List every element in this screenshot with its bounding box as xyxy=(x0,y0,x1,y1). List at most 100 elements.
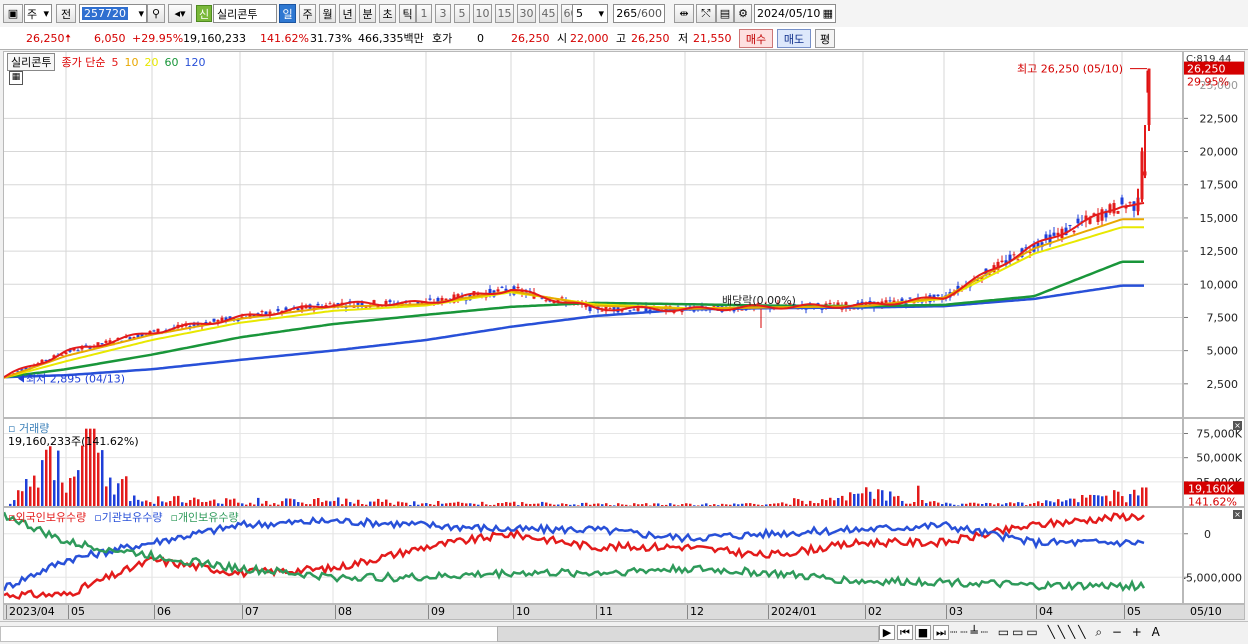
table-icon[interactable]: ▦ xyxy=(9,71,23,85)
period-tab-년[interactable]: 년 xyxy=(339,4,356,23)
volume-bar xyxy=(965,504,968,506)
draw-tools-icon[interactable]: ╲╲╲╲ xyxy=(1048,625,1089,639)
speaker-icon[interactable]: ◂▾ xyxy=(168,4,192,23)
scroll-track[interactable] xyxy=(0,626,499,642)
volume-bar xyxy=(449,503,452,506)
volume-bar xyxy=(329,501,332,506)
volume-bar xyxy=(385,500,388,506)
period-tab-월[interactable]: 월 xyxy=(319,4,336,23)
volume-bar xyxy=(573,504,576,506)
scroll-thumb[interactable] xyxy=(497,626,879,642)
interval-button-15[interactable]: 15 xyxy=(495,4,514,23)
volume-close-icon[interactable]: × xyxy=(1233,421,1242,430)
code-value: 257720 xyxy=(82,7,128,20)
gear-icon[interactable]: ⚙ xyxy=(734,4,752,23)
price-axis-tick-label: 12,500 xyxy=(1200,245,1239,258)
volume-bar xyxy=(769,504,772,506)
x-axis-label: 2023/04 xyxy=(6,605,55,619)
interval-button-45[interactable]: 45 xyxy=(539,4,558,23)
date-field[interactable]: 2024/05/10▦ xyxy=(754,4,836,23)
volume-bar xyxy=(341,504,344,506)
rewind-icon[interactable]: ⏮ xyxy=(897,625,913,640)
trade-amount: 466,335백만 xyxy=(358,31,424,47)
count-field[interactable]: 265/600 xyxy=(613,4,665,23)
buy-button[interactable]: 매수 xyxy=(739,29,773,48)
volume-bar xyxy=(61,483,64,506)
volume-bar xyxy=(1117,492,1120,506)
price-axis-tick-label: 5,000 xyxy=(1207,345,1239,358)
interval-select[interactable]: 5▾ xyxy=(572,4,608,23)
zoom-icon[interactable]: ⇹ xyxy=(674,4,694,23)
period-tab-분[interactable]: 분 xyxy=(359,4,376,23)
holdings-panel: ▫외국인보유수량▫기관보유수량▫개인보유수량 xyxy=(3,507,1183,604)
volume-bar xyxy=(293,499,296,506)
volume-bar xyxy=(933,501,936,506)
period-tab-초[interactable]: 초 xyxy=(379,4,396,23)
interval-button-1[interactable]: 1 xyxy=(416,4,432,23)
minus-icon[interactable]: − xyxy=(1112,625,1125,639)
candle-body xyxy=(101,343,104,344)
interval-button-10[interactable]: 10 xyxy=(473,4,492,23)
ruler-icon[interactable]: ┈┈╧┈ xyxy=(950,625,991,639)
fast-forward-icon[interactable]: ⏭ xyxy=(933,625,949,640)
text-icon[interactable]: A xyxy=(1152,625,1163,639)
zoom-in-icon[interactable]: ⌕ xyxy=(1095,625,1105,639)
open-label: 시 xyxy=(557,31,567,47)
high-label: 고 xyxy=(616,31,626,47)
candle-body xyxy=(329,303,332,304)
code-input[interactable]: 257720▾ xyxy=(79,4,147,23)
volume-bar xyxy=(205,502,208,506)
interval-button-5[interactable]: 5 xyxy=(454,4,470,23)
volume-axis: 75,000K50,000K25,000K19,160K141.62% xyxy=(1183,418,1245,507)
sell-button[interactable]: 매도 xyxy=(777,29,811,48)
period-tab-일[interactable]: 일 xyxy=(279,4,296,23)
window-menu-icon[interactable]: ▣ xyxy=(3,4,23,23)
volume-bar xyxy=(621,504,624,506)
volume-bar xyxy=(425,503,428,506)
volume-bar xyxy=(473,504,476,506)
volume-bar xyxy=(277,505,280,506)
period-tab-틱[interactable]: 틱 xyxy=(399,4,416,23)
interval-button-3[interactable]: 3 xyxy=(435,4,451,23)
hoga-value: 0 xyxy=(477,31,484,47)
volume-bar xyxy=(221,504,224,506)
holdings-close-icon[interactable]: × xyxy=(1233,510,1242,519)
volume-bar xyxy=(737,504,740,506)
volume-bar xyxy=(245,505,248,506)
candle-body xyxy=(317,304,320,306)
volume-bar xyxy=(1053,502,1056,506)
volume-bar xyxy=(909,504,912,506)
volume-bar xyxy=(305,504,308,506)
price-axis-tick-label: 10,000 xyxy=(1200,278,1239,291)
interval-button-30[interactable]: 30 xyxy=(517,4,536,23)
volume-bar xyxy=(465,503,468,506)
previous-button[interactable]: 전 xyxy=(56,4,76,23)
stock-name-field[interactable]: 실리콘투 xyxy=(213,4,277,23)
volume-bar xyxy=(849,492,852,506)
volume-bar xyxy=(813,503,816,506)
play-icon[interactable]: ▶ xyxy=(879,625,895,640)
volume-bar xyxy=(589,505,592,506)
search-icon[interactable]: ⚲ xyxy=(147,4,165,23)
stop-icon[interactable]: ■ xyxy=(915,625,931,640)
draw-tool-icon[interactable]: ⤲ xyxy=(696,4,716,23)
volume-bar xyxy=(57,451,60,506)
eval-button[interactable]: 평 xyxy=(815,29,835,48)
volume-bar xyxy=(753,504,756,506)
x-axis-bar: 2023/0405060708091011122024/0102030405 0… xyxy=(3,604,1245,620)
volume-bar xyxy=(521,502,524,506)
plus-icon[interactable]: + xyxy=(1132,625,1145,639)
save-icon[interactable]: ▤ xyxy=(716,4,734,23)
period-tab-주[interactable]: 주 xyxy=(299,4,316,23)
candle-body xyxy=(389,300,392,302)
volume-bar xyxy=(625,505,628,506)
candle-body xyxy=(105,341,108,343)
candle-body xyxy=(909,298,912,299)
holdings-line-1 xyxy=(4,518,1144,590)
volume-bar xyxy=(1129,494,1132,506)
market-type-select[interactable]: 주▾ xyxy=(24,4,52,23)
volume-bar xyxy=(357,500,360,506)
layout-icon[interactable]: ▭▭▭ xyxy=(998,625,1041,639)
chevron-down-icon: ▾ xyxy=(598,7,604,20)
candle-body xyxy=(357,303,360,305)
